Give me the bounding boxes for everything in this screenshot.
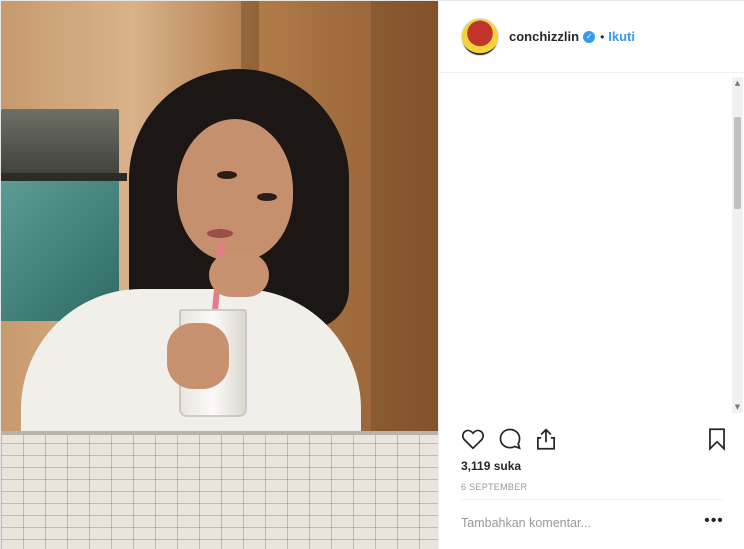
comment-input[interactable] (461, 511, 691, 535)
action-bar (460, 426, 730, 452)
follow-button[interactable]: Ikuti (608, 29, 635, 44)
share-icon[interactable] (533, 426, 559, 452)
avatar[interactable] (461, 17, 499, 56)
instagram-post: conchizzlin ✓ • Ikuti ▲ ▼ 3,119 suka 6 S… (0, 0, 744, 549)
divider (461, 499, 723, 500)
comments-scrollbar[interactable]: ▲ ▼ (732, 77, 743, 413)
post-header: conchizzlin ✓ • Ikuti (439, 1, 744, 73)
photo-eye (257, 193, 277, 201)
post-photo[interactable] (1, 1, 438, 549)
scroll-thumb[interactable] (734, 117, 741, 209)
photo-shelf (1, 109, 119, 179)
photo-table-edge (1, 431, 438, 435)
heart-icon[interactable] (460, 426, 486, 452)
verified-badge-icon: ✓ (583, 30, 596, 43)
scroll-down-arrow-icon[interactable]: ▼ (732, 401, 743, 413)
photo-face (177, 119, 293, 261)
photo-hand (167, 323, 229, 389)
photo-lips (207, 229, 233, 238)
comments-area (439, 74, 744, 414)
photo-hand (209, 253, 269, 297)
photo-eye (217, 171, 237, 179)
scroll-up-arrow-icon[interactable]: ▲ (732, 77, 743, 89)
likes-count[interactable]: 3,119 suka (461, 459, 521, 473)
photo-shelf-edge (1, 173, 127, 181)
separator-dot: • (600, 29, 605, 44)
photo-table (1, 431, 438, 549)
username-link[interactable]: conchizzlin (509, 29, 579, 44)
bookmark-icon[interactable] (704, 426, 730, 452)
post-sidebar: conchizzlin ✓ • Ikuti ▲ ▼ 3,119 suka 6 S… (438, 1, 744, 549)
post-date[interactable]: 6 SEPTEMBER (461, 482, 527, 492)
comment-icon[interactable] (497, 426, 523, 452)
more-options-icon[interactable]: ••• (701, 511, 727, 535)
